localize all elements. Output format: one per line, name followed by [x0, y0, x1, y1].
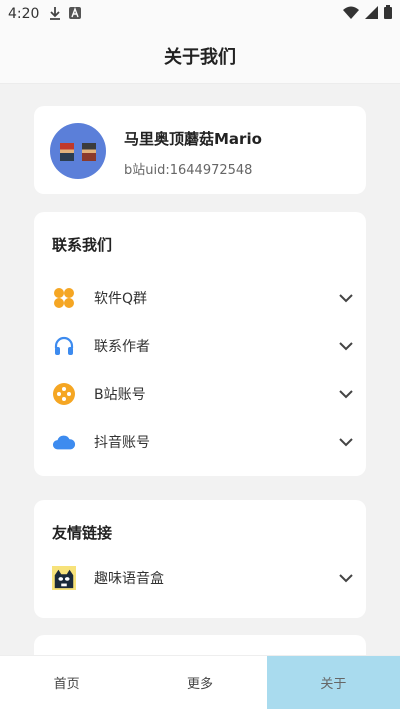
cloud-icon: [52, 430, 76, 454]
contact-item-label: 软件Q群: [94, 291, 148, 307]
mario-figure: [60, 143, 74, 161]
chevron-down-icon: [339, 438, 353, 447]
contact-item-author[interactable]: 联系作者: [34, 326, 366, 366]
contact-item-douyin[interactable]: 抖音账号: [34, 422, 366, 462]
contact-item-label: B站账号: [94, 387, 146, 403]
download-icon: [49, 6, 61, 23]
wifi-icon: [343, 6, 359, 23]
links-section-title: 友情链接: [52, 524, 113, 542]
chevron-down-icon: [339, 294, 353, 303]
profile-uid: b站uid:1644972548: [124, 163, 253, 178]
app-bar: 关于我们: [0, 28, 400, 84]
content-scroll-area[interactable]: 马里奥顶蘑菇Mario b站uid:1644972548 联系我们 软件Q群 联…: [0, 84, 400, 655]
chevron-down-icon: [339, 390, 353, 399]
chevron-down-icon: [339, 574, 353, 583]
mario-figure-2: [82, 143, 96, 161]
link-item-voice-box[interactable]: 趣味语音盒: [34, 558, 366, 598]
contact-item-qq-group[interactable]: 软件Q群: [34, 278, 366, 318]
gamepad-icon: [52, 382, 76, 406]
page-title: 关于我们: [164, 46, 236, 68]
contact-card: 联系我们 软件Q群 联系作者 B站账号 抖音账号: [34, 212, 366, 476]
profile-name: 马里奥顶蘑菇Mario: [124, 130, 262, 148]
headphones-icon: [52, 334, 76, 358]
nav-about[interactable]: 关于: [266, 656, 400, 709]
nav-more[interactable]: 更多: [133, 656, 266, 709]
contact-item-label: 联系作者: [94, 339, 150, 355]
signal-icon: [365, 5, 378, 23]
avatar: [50, 123, 106, 179]
bottom-nav: 首页 更多 关于: [0, 655, 400, 709]
contact-item-label: 抖音账号: [94, 435, 150, 451]
notification-a-icon: [69, 6, 82, 22]
status-time: 4:20: [8, 6, 40, 22]
partial-card: [34, 635, 366, 655]
contact-section-title: 联系我们: [52, 236, 113, 254]
friend-links-card: 友情链接 趣味语音盒: [34, 500, 366, 618]
cat-avatar-icon: [52, 566, 76, 590]
profile-card: 马里奥顶蘑菇Mario b站uid:1644972548: [34, 106, 366, 194]
chevron-down-icon: [339, 342, 353, 351]
contact-item-bilibili[interactable]: B站账号: [34, 374, 366, 414]
battery-icon: [384, 5, 392, 23]
link-item-label: 趣味语音盒: [94, 571, 164, 587]
status-bar: 4:20: [0, 0, 400, 28]
clover-icon: [52, 286, 76, 310]
nav-home[interactable]: 首页: [0, 656, 133, 709]
